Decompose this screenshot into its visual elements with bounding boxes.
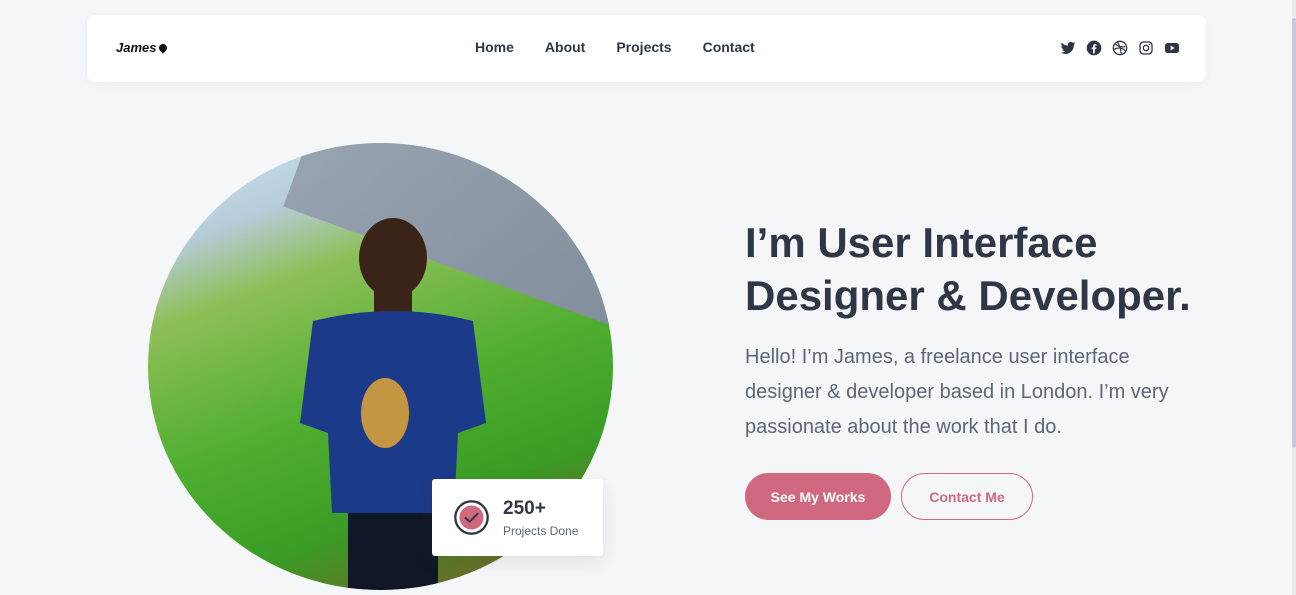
brand-name: James xyxy=(116,40,157,55)
nav-link-about[interactable]: About xyxy=(545,39,585,55)
brand-pin-icon xyxy=(157,41,170,54)
dribbble-icon[interactable] xyxy=(1112,40,1128,56)
nav-link-contact[interactable]: Contact xyxy=(703,39,755,55)
facebook-icon[interactable] xyxy=(1086,40,1102,56)
brand-logo[interactable]: James xyxy=(116,40,170,55)
stat-value: 250+ xyxy=(503,498,546,519)
scrollbar-thumb[interactable] xyxy=(1292,18,1296,448)
youtube-icon[interactable] xyxy=(1164,40,1180,56)
stat-label: Projects Done xyxy=(503,524,579,538)
page-scrollbar[interactable] xyxy=(1292,0,1296,595)
check-badge-icon xyxy=(454,500,489,535)
nav-links: Home About Projects Contact xyxy=(475,39,755,55)
see-my-works-button[interactable]: See My Works xyxy=(745,473,891,520)
social-links xyxy=(1060,40,1180,56)
nav-link-home[interactable]: Home xyxy=(475,39,514,55)
instagram-icon[interactable] xyxy=(1138,40,1154,56)
navbar: James Home About Projects Contact xyxy=(87,15,1206,82)
contact-me-button[interactable]: Contact Me xyxy=(901,473,1033,520)
nav-link-projects[interactable]: Projects xyxy=(616,39,671,55)
hero-title: I’m User Interface Designer & Developer. xyxy=(745,219,1191,319)
hero-description: Hello! I’m James, a freelance user inter… xyxy=(745,346,1169,438)
projects-stat-card: 250+ Projects Done xyxy=(432,479,603,556)
twitter-icon[interactable] xyxy=(1060,40,1076,56)
